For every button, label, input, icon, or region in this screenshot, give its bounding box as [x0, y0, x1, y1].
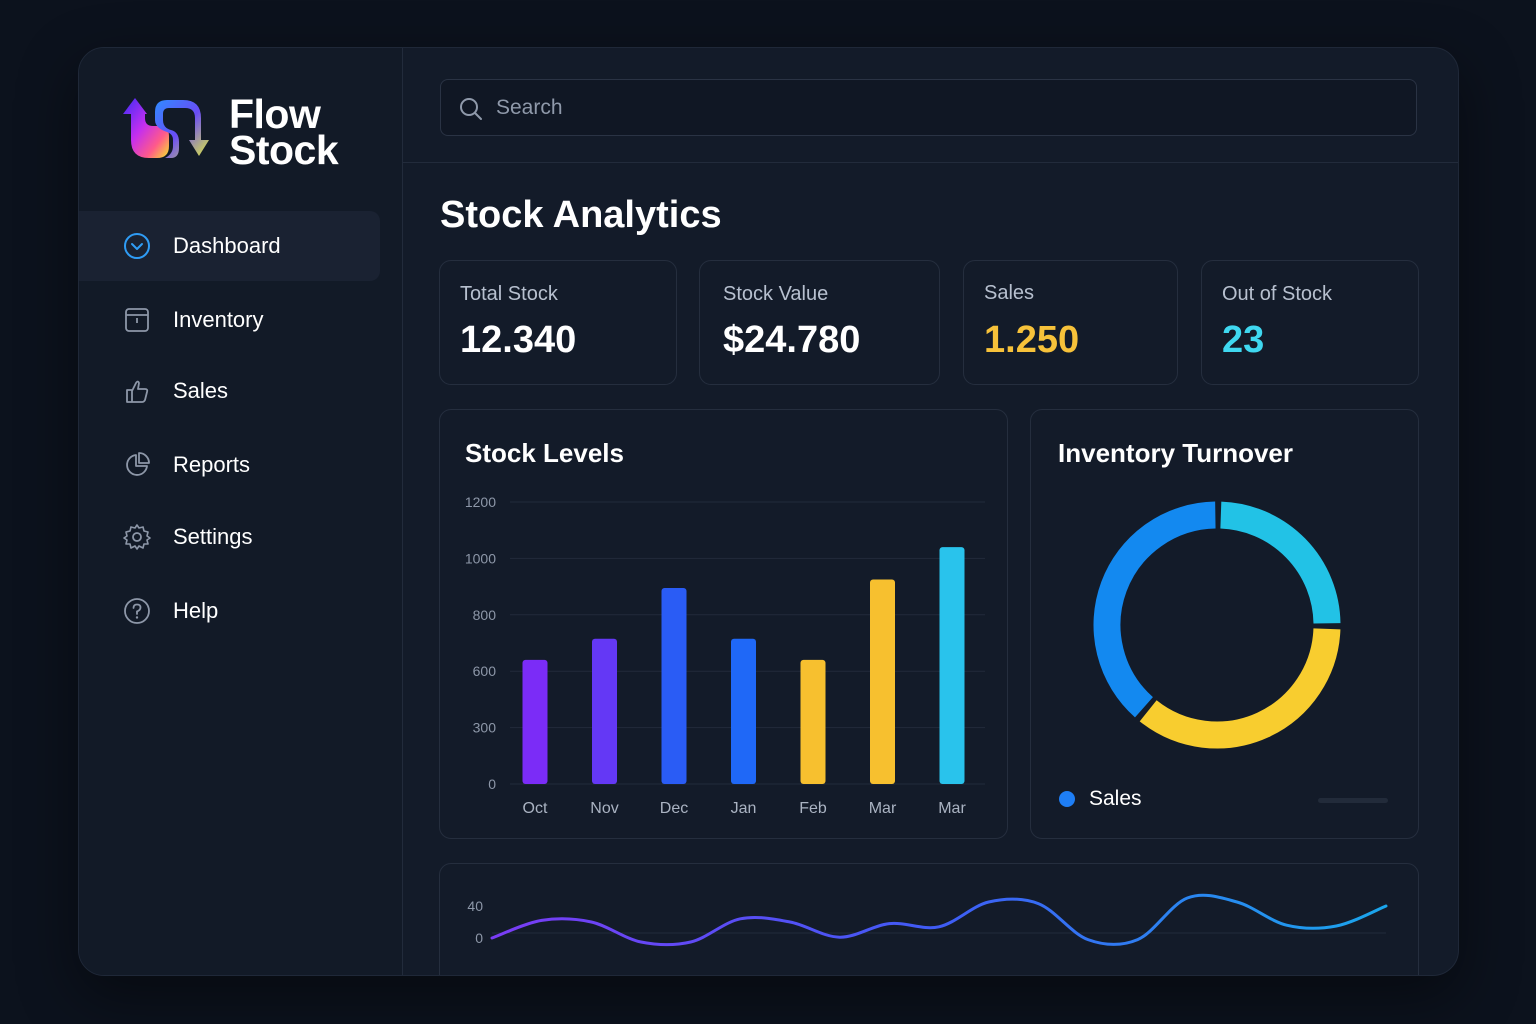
- bar[interactable]: [870, 579, 895, 784]
- legend-label: Sales: [1089, 787, 1142, 810]
- help-icon: [124, 598, 150, 624]
- y-tick-label: 0: [475, 930, 483, 946]
- stat-label: Stock Value: [723, 283, 829, 305]
- stat-value: $24.780: [723, 319, 861, 361]
- pie-icon: [126, 452, 150, 476]
- x-tick-label: Mar: [938, 800, 966, 817]
- sidebar-item-label: Help: [173, 598, 219, 623]
- y-tick-label: 1000: [465, 550, 496, 566]
- chevron-circle-icon: [124, 233, 150, 259]
- inventory-turnover-card: Inventory Turnover Sales: [1030, 409, 1419, 839]
- y-tick-label: 40: [467, 898, 483, 914]
- stat-value: 12.340: [460, 319, 577, 361]
- sidebar-item-label: Inventory: [173, 307, 264, 332]
- stat-label: Sales: [984, 282, 1035, 304]
- stat-card-sales[interactable]: Sales 1.250: [963, 260, 1178, 385]
- inventory-turnover-chart: [1093, 501, 1341, 749]
- logo-line-2: Stock: [229, 127, 339, 173]
- logo-text: Flow Stock: [229, 94, 339, 173]
- legend-bar: [1318, 798, 1388, 803]
- donut-slice[interactable]: [1093, 501, 1216, 718]
- trend-line-chart: 0 40: [467, 893, 1388, 947]
- flowstock-logo-icon: [123, 98, 209, 158]
- y-tick-label: 600: [473, 663, 497, 679]
- x-tick-label: Mar: [869, 800, 897, 817]
- x-tick-label: Nov: [590, 800, 618, 817]
- sidebar-item-inventory[interactable]: Inventory: [79, 285, 380, 355]
- donut-slice[interactable]: [1139, 628, 1341, 749]
- gear-icon: [123, 524, 151, 550]
- bar[interactable]: [592, 638, 617, 784]
- bar[interactable]: [731, 638, 756, 784]
- stat-label: Out of Stock: [1222, 283, 1333, 305]
- sidebar-item-help[interactable]: Help: [79, 576, 380, 646]
- y-tick-label: 1200: [465, 494, 496, 510]
- sidebar-item-reports[interactable]: Reports: [79, 430, 380, 500]
- hand-icon: [126, 380, 149, 403]
- sidebar-item-label: Reports: [173, 452, 251, 477]
- search-box[interactable]: [440, 79, 1417, 136]
- sidebar-item-dashboard[interactable]: Dashboard: [79, 211, 380, 281]
- sidebar-item-settings[interactable]: Settings: [79, 502, 380, 572]
- sidebar-item-label: Dashboard: [173, 233, 281, 258]
- stock-levels-card: Stock Levels 0 300 600 800 1000 1200 Oct Nov Dec…: [439, 409, 1008, 839]
- bar[interactable]: [939, 547, 965, 784]
- sidebar-item-label: Settings: [173, 524, 253, 549]
- trend-card: 0 40: [439, 863, 1419, 975]
- stat-card-total-stock[interactable]: Total Stock 12.340: [439, 260, 677, 385]
- x-tick-label: Jan: [731, 800, 757, 817]
- donut-slice[interactable]: [1220, 501, 1341, 624]
- y-tick-label: 300: [473, 720, 497, 736]
- legend-dot: [1059, 791, 1075, 807]
- y-tick-label: 0: [488, 776, 496, 792]
- y-tick-label: 800: [473, 607, 497, 623]
- box-icon: [125, 308, 149, 332]
- stat-label: Total Stock: [460, 283, 558, 305]
- top-bar: [403, 48, 1458, 163]
- stat-value: 23: [1222, 319, 1265, 361]
- x-tick-label: Oct: [523, 800, 548, 817]
- search-input[interactable]: [496, 80, 1396, 135]
- series-line: [490, 893, 1388, 947]
- stock-levels-chart: 0 300 600 800 1000 1200 Oct Nov Dec Jan Feb Mar Mar: [465, 494, 985, 817]
- sidebar: Flow Stock Dashboard Inventory Sales Rep…: [79, 48, 403, 975]
- bar[interactable]: [800, 659, 826, 784]
- stat-value: 1.250: [984, 319, 1080, 361]
- search-icon: [460, 98, 482, 120]
- stat-card-stock-value[interactable]: Stock Value $24.780: [699, 260, 940, 385]
- page-title: Stock Analytics: [440, 194, 722, 236]
- sidebar-item-label: Sales: [173, 378, 229, 403]
- bar[interactable]: [661, 588, 687, 784]
- stat-card-out-of-stock[interactable]: Out of Stock 23: [1201, 260, 1419, 385]
- sidebar-item-sales[interactable]: Sales: [79, 356, 380, 426]
- x-tick-label: Feb: [799, 800, 827, 817]
- bar[interactable]: [522, 659, 548, 784]
- app-window: Flow Stock Dashboard Inventory Sales Rep…: [78, 47, 1459, 976]
- x-tick-label: Dec: [660, 800, 688, 817]
- logo[interactable]: Flow Stock: [121, 90, 371, 175]
